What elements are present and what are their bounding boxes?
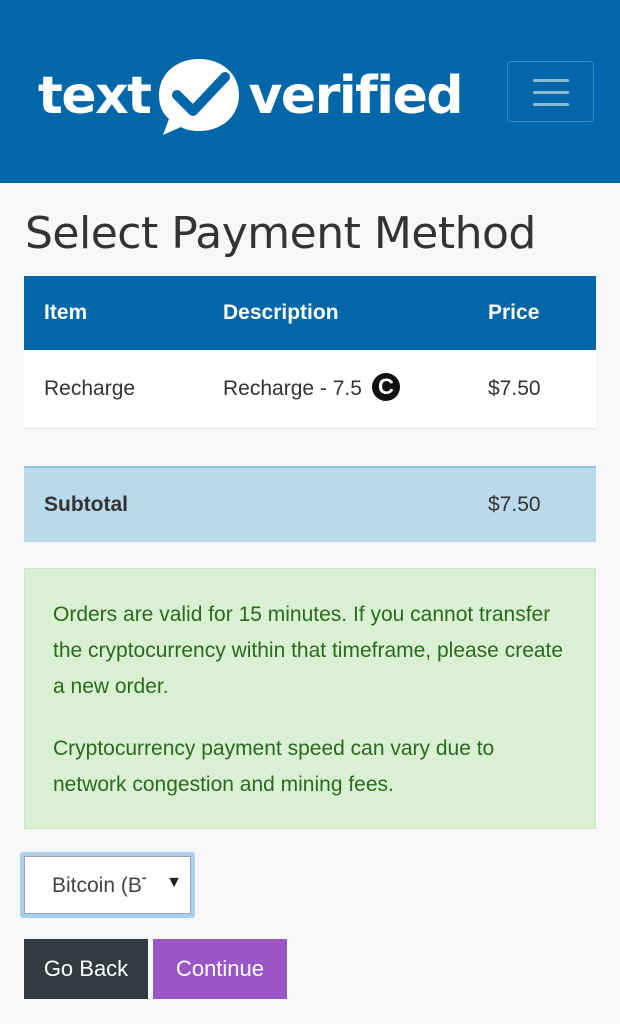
subtotal-value: $7.50	[488, 493, 541, 516]
cell-price: $7.50	[488, 350, 596, 429]
hamburger-menu-icon-bar	[533, 91, 569, 94]
logo-text-left: text	[38, 66, 152, 126]
subtotal-row: Subtotal $7.50	[24, 466, 596, 542]
hamburger-menu-icon-bar	[533, 103, 569, 106]
column-header-item: Item	[24, 276, 223, 350]
subtotal-label: Subtotal	[44, 493, 128, 516]
navbar: text verified	[0, 0, 620, 183]
hamburger-menu-icon	[533, 79, 569, 82]
caret-down-icon: ▼	[166, 874, 182, 891]
description-text: Recharge - 7.5	[223, 376, 362, 400]
cell-item: Recharge	[24, 350, 223, 429]
table-row: Recharge Recharge - 7.5 C $7.50	[24, 350, 596, 429]
notice-speed-text: Cryptocurrency payment speed can vary du…	[53, 737, 495, 796]
go-back-button[interactable]: Go Back	[24, 939, 148, 999]
notice-validity-text: Orders are valid for 15 minutes. If you …	[53, 603, 564, 698]
page-title: Select Payment Method	[25, 208, 536, 259]
logo-text-right: verified	[248, 66, 464, 126]
table-header-row: Item Description Price	[24, 276, 596, 350]
payment-method-select-box[interactable]: Bitcoin (BTC) ▼	[24, 856, 191, 914]
checkmark-speech-bubble-icon	[158, 59, 239, 135]
cell-description: Recharge - 7.5 C	[223, 350, 488, 429]
payment-method-selected: Bitcoin (BTC)	[52, 874, 146, 897]
order-notice: Orders are valid for 15 minutes. If you …	[24, 568, 596, 829]
payment-method-select[interactable]: Bitcoin (BTC) ▼	[20, 852, 195, 918]
continue-button[interactable]: Continue	[153, 939, 287, 999]
column-header-description: Description	[223, 276, 488, 350]
credit-coin-icon: C	[371, 372, 400, 401]
order-table: Item Description Price Recharge Recharge…	[24, 276, 596, 429]
hamburger-menu-button[interactable]	[507, 61, 594, 122]
column-header-price: Price	[488, 276, 596, 350]
logo[interactable]: text verified	[38, 55, 464, 137]
